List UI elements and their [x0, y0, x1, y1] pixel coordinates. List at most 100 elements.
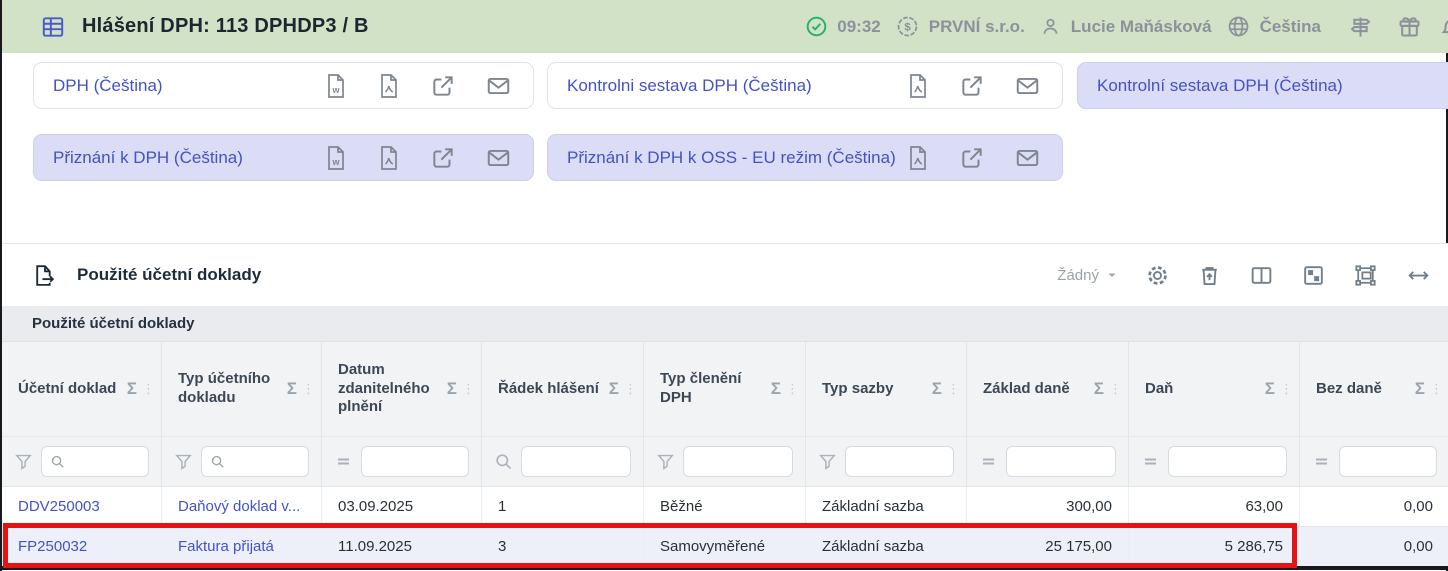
document-link[interactable]: DDV250003: [18, 498, 100, 515]
column-menu-icon[interactable]: ⋮: [299, 381, 315, 397]
report-card-kontrolni-sestava[interactable]: Kontrolni sestava DPH (Čeština): [547, 62, 1063, 109]
split-view-icon[interactable]: [1249, 263, 1274, 288]
currency-icon[interactable]: $: [895, 14, 920, 39]
column-header: Bez daněΣ⋮: [1300, 342, 1448, 436]
filter-input-wrap: [361, 446, 469, 477]
filter-equals-icon[interactable]: [1312, 452, 1331, 471]
filter-equals-icon[interactable]: [334, 452, 353, 471]
column-menu-icon[interactable]: ⋮: [139, 381, 155, 397]
word-export-icon[interactable]: w: [324, 73, 348, 99]
filter-equals-icon[interactable]: [1141, 452, 1160, 471]
restore-trash-icon[interactable]: [1197, 263, 1222, 288]
filter-input-wrap: [683, 446, 793, 477]
user-icon[interactable]: [1039, 15, 1062, 38]
user-name[interactable]: Lucie Maňásková: [1071, 17, 1212, 37]
open-external-icon[interactable]: [959, 73, 985, 99]
document-link[interactable]: FP250032: [18, 538, 87, 555]
open-external-icon[interactable]: [430, 73, 456, 99]
grouping-dropdown[interactable]: Žádný: [1057, 267, 1118, 284]
filter-input-typ-dokladu[interactable]: [231, 454, 300, 470]
app-header: Hlášení DPH: 113 DPHDP3 / B 09:32 $ PRVN…: [2, 0, 1448, 53]
table-header-row: Účetní dokladΣ⋮ Typ účetního dokladuΣ⋮ D…: [2, 342, 1448, 436]
column-menu-icon[interactable]: ⋮: [1277, 381, 1293, 397]
open-external-icon[interactable]: [959, 145, 985, 171]
report-card-dph[interactable]: DPH (Čeština) w: [33, 62, 534, 109]
cell-sazba: Základní sazba: [806, 526, 967, 566]
filter-input-wrap: [845, 446, 954, 477]
sum-icon[interactable]: Σ: [607, 379, 621, 399]
chevron-down-icon: [1106, 269, 1118, 281]
mail-icon[interactable]: [1014, 145, 1041, 171]
document-type-link[interactable]: Faktura přijatá: [178, 538, 274, 555]
settings-gear-icon[interactable]: [1145, 263, 1170, 288]
column-menu-icon[interactable]: ⋮: [1427, 381, 1443, 397]
column-header: Účetní dokladΣ⋮: [2, 342, 162, 436]
cell-datum: 03.09.2025: [322, 486, 482, 526]
filter-input-ucetni-doklad[interactable]: [71, 454, 140, 470]
filter-funnel-icon[interactable]: [14, 452, 33, 471]
table-filter-row: [2, 436, 1448, 486]
filter-funnel-icon[interactable]: [818, 452, 837, 471]
pdf-export-icon[interactable]: [377, 145, 401, 171]
sum-icon[interactable]: Σ: [1263, 379, 1277, 399]
column-menu-icon[interactable]: ⋮: [783, 381, 799, 397]
column-menu-icon[interactable]: ⋮: [621, 381, 637, 397]
pdf-export-icon[interactable]: [377, 73, 401, 99]
filter-input-zaklad[interactable]: [1015, 454, 1107, 470]
cell-dan: 5 286,75: [1129, 526, 1300, 566]
filter-input-datum[interactable]: [370, 454, 460, 470]
filter-funnel-icon[interactable]: [174, 452, 193, 471]
mail-icon[interactable]: [485, 145, 512, 171]
column-menu-icon[interactable]: ⋮: [1106, 381, 1122, 397]
mail-icon[interactable]: [1014, 73, 1041, 99]
table-bottom-edge: [2, 566, 1448, 570]
filter-funnel-icon[interactable]: [656, 452, 675, 471]
sum-icon[interactable]: Σ: [125, 379, 139, 399]
open-external-icon[interactable]: [430, 145, 456, 171]
column-header: Řádek hlášeníΣ⋮: [482, 342, 644, 436]
report-card-label: Kontrolní sestava DPH (Čeština): [1078, 76, 1448, 96]
column-header: Typ sazbyΣ⋮: [806, 342, 967, 436]
sum-icon[interactable]: Σ: [769, 379, 783, 399]
filter-input-cleneni[interactable]: [692, 454, 784, 470]
cell-radek: 1: [482, 486, 644, 526]
sum-icon[interactable]: Σ: [930, 379, 944, 399]
table-row-selected[interactable]: FP250032 Faktura přijatá 11.09.2025 3 Sa…: [2, 526, 1448, 566]
mail-icon[interactable]: [485, 73, 512, 99]
svg-text:$: $: [904, 22, 911, 34]
cell-dan: 63,00: [1129, 486, 1300, 526]
sum-icon[interactable]: Σ: [1092, 379, 1106, 399]
pdf-export-icon[interactable]: [906, 145, 930, 171]
signpost-icon[interactable]: [1347, 13, 1374, 40]
filter-search-icon[interactable]: [494, 452, 513, 471]
gift-icon[interactable]: [1396, 13, 1423, 40]
filter-input-bez-dane[interactable]: [1348, 454, 1428, 470]
column-menu-icon[interactable]: ⋮: [944, 381, 960, 397]
bell-icon[interactable]: [1437, 13, 1448, 40]
document-type-link[interactable]: Daňový doklad v...: [178, 498, 300, 515]
layout-tiles-icon[interactable]: [1301, 263, 1326, 288]
table-row[interactable]: DDV250003 Daňový doklad v... 03.09.2025 …: [2, 486, 1448, 526]
report-card-priznani-dph[interactable]: Přiznání k DPH (Čeština) w: [33, 134, 534, 181]
filter-input-dan[interactable]: [1177, 454, 1278, 470]
report-card-priznani-oss[interactable]: Přiznání k DPH k OSS - EU režim (Čeština…: [547, 134, 1063, 181]
company-name[interactable]: PRVNÍ s.r.o.: [929, 17, 1025, 37]
word-export-icon[interactable]: w: [324, 145, 348, 171]
sum-icon[interactable]: Σ: [285, 379, 299, 399]
selection-frame-icon[interactable]: [1353, 263, 1378, 288]
filter-input-sazba[interactable]: [854, 454, 945, 470]
language-label[interactable]: Čeština: [1260, 17, 1321, 37]
sum-icon[interactable]: Σ: [445, 379, 459, 399]
filter-input-radek[interactable]: [530, 454, 622, 470]
column-header: Datum zdanitelného plněníΣ⋮: [322, 342, 482, 436]
report-card-kontrolni-sestava-2[interactable]: Kontrolní sestava DPH (Čeština): [1077, 62, 1448, 109]
filter-equals-icon[interactable]: [979, 452, 998, 471]
sum-icon[interactable]: Σ: [1413, 379, 1427, 399]
expand-horizontal-icon[interactable]: [1405, 263, 1432, 288]
status-check-icon[interactable]: [805, 15, 828, 38]
column-menu-icon[interactable]: ⋮: [459, 381, 475, 397]
export-document-icon[interactable]: [32, 263, 57, 288]
language-globe-icon[interactable]: [1226, 14, 1251, 39]
pdf-export-icon[interactable]: [906, 73, 930, 99]
filter-input-wrap: [41, 446, 149, 477]
